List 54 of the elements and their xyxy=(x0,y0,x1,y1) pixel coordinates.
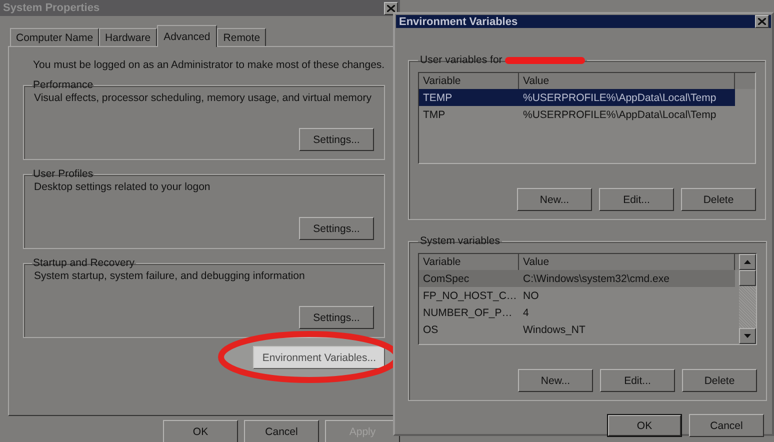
list-row[interactable]: TMP %USERPROFILE%\AppData\Local\Temp xyxy=(419,106,755,123)
dialog-button[interactable]: OK xyxy=(607,414,682,437)
group-title: Startup and Recovery xyxy=(32,257,136,269)
group-title: Performance xyxy=(32,79,94,91)
settings-button[interactable]: Settings... xyxy=(299,128,374,151)
variable-name: FP_NO_HOST_C… xyxy=(422,290,518,302)
list-row[interactable]: OS Windows_NT xyxy=(419,321,739,338)
variable-value: 4 xyxy=(522,306,530,318)
group-title: User variables for xyxy=(420,54,502,66)
list-action-button[interactable]: New... xyxy=(517,188,592,211)
dialog-button[interactable]: Cancel xyxy=(244,420,319,442)
list-action-button[interactable]: New... xyxy=(518,369,593,392)
settings-button[interactable]: Settings... xyxy=(299,217,374,240)
close-button[interactable] xyxy=(755,15,769,28)
tab[interactable]: Remote xyxy=(217,28,266,46)
dialog-button[interactable]: OK xyxy=(163,420,238,442)
variable-value: C:\Windows\system32\cmd.exe xyxy=(522,272,670,284)
group-description: Desktop settings related to your logon xyxy=(34,181,212,193)
variable-value: Windows_NT xyxy=(522,324,586,336)
list-row[interactable]: ComSpec C:\Windows\system32\cmd.exe xyxy=(419,270,735,287)
list-action-button[interactable]: Edit... xyxy=(600,369,675,392)
down-arrow-icon xyxy=(744,334,751,338)
list-row[interactable]: NUMBER_OF_P… 4 xyxy=(419,304,739,321)
list-row[interactable]: TEMP %USERPROFILE%\AppData\Local\Temp xyxy=(419,89,735,106)
window-title: Environment Variables xyxy=(399,16,518,28)
variable-name: TMP xyxy=(422,108,446,120)
list-action-button[interactable]: Delete xyxy=(681,188,756,211)
tab[interactable]: Computer Name xyxy=(10,28,100,46)
variable-name: ComSpec xyxy=(422,272,470,284)
group-title: System variables xyxy=(420,235,500,247)
tab[interactable]: Hardware xyxy=(99,28,157,46)
close-icon xyxy=(387,4,395,12)
variable-name: TEMP xyxy=(422,92,454,104)
settings-button[interactable]: Settings... xyxy=(299,306,374,329)
notice-text: You must be logged on as an Administrator to make most of these changes. xyxy=(33,59,386,71)
list-action-button[interactable]: Edit... xyxy=(599,188,674,211)
environment-variables-button[interactable]: Environment Variables... xyxy=(253,346,385,369)
variable-name: NUMBER_OF_P… xyxy=(422,306,514,318)
scrollbar[interactable] xyxy=(739,254,756,344)
variable-value: NO xyxy=(522,290,540,302)
group-title: User Profiles xyxy=(32,168,94,180)
group-description: Visual effects, processor scheduling, memory usage, and virtual memory xyxy=(34,92,373,104)
close-icon xyxy=(758,18,766,25)
group-description: System startup, system failure, and debugging information xyxy=(34,270,306,282)
variable-name: OS xyxy=(422,324,440,336)
list-row[interactable]: FP_NO_HOST_C… NO xyxy=(419,287,739,304)
tab[interactable]: Advanced xyxy=(156,25,218,47)
variable-value: %USERPROFILE%\AppData\Local\Temp xyxy=(522,92,718,104)
scroll-thumb[interactable] xyxy=(739,270,756,286)
dialog-button[interactable]: Cancel xyxy=(689,414,764,437)
up-arrow-icon xyxy=(744,260,751,264)
list-action-button[interactable]: Delete xyxy=(682,369,757,392)
window-title: System Properties xyxy=(3,2,100,14)
variable-value: %USERPROFILE%\AppData\Local\Temp xyxy=(522,108,718,120)
